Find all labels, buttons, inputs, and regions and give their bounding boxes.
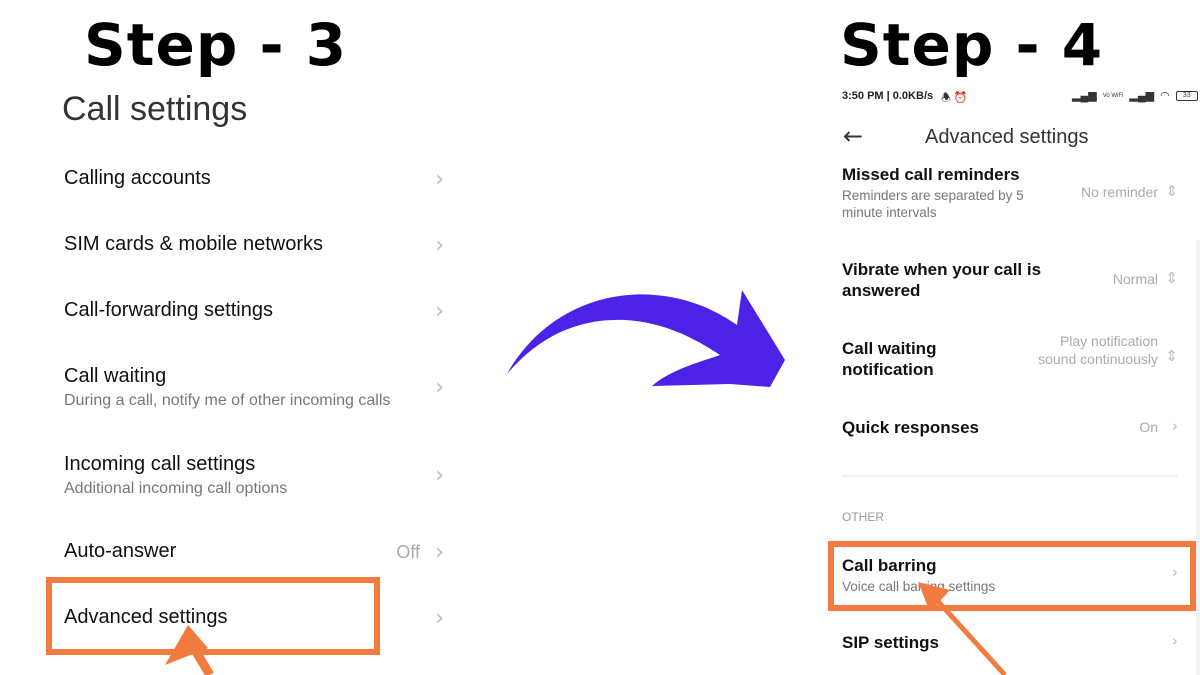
pointer-arrow-right-shaft — [933, 596, 1007, 675]
annotation-overlay — [165, 290, 1007, 675]
curved-arrow-icon — [507, 290, 785, 387]
